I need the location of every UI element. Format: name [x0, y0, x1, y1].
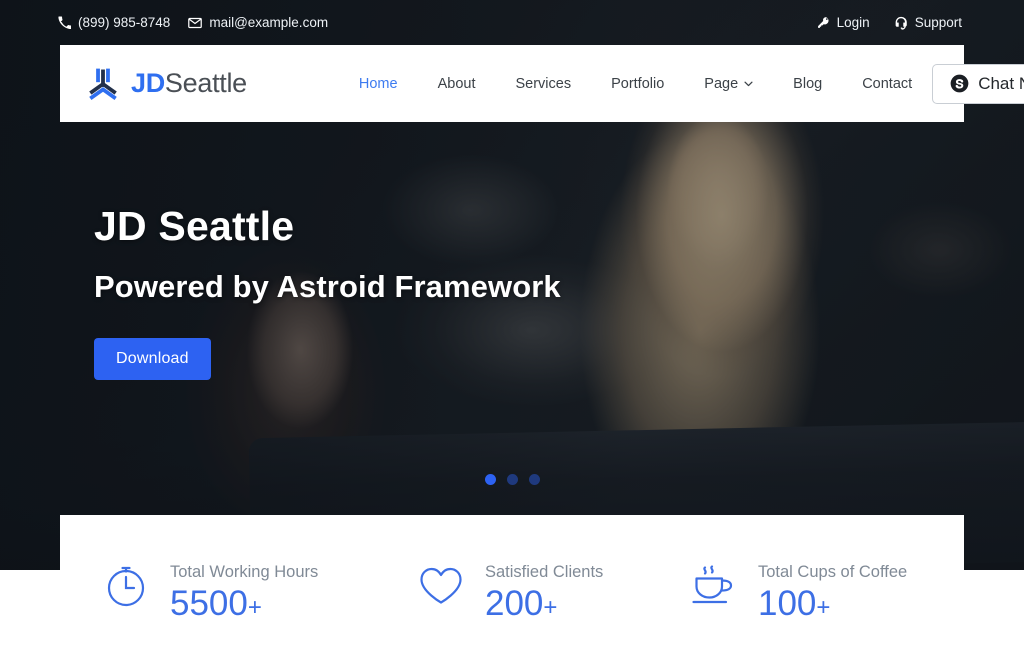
phone-number: (899) 985-8748 — [78, 15, 171, 30]
support-link[interactable]: Support — [894, 15, 962, 30]
nav-label-about: About — [437, 75, 476, 92]
coffee-cup-icon — [688, 559, 740, 611]
nav-label-services: Services — [515, 75, 572, 92]
stat-text-block: Total Cups of Coffee 100+ — [758, 559, 907, 624]
stopwatch-icon — [100, 559, 152, 611]
stat-text-block: Total Working Hours 5500+ — [170, 559, 318, 624]
topbar-account-group: Login Support — [817, 15, 962, 30]
site-logo[interactable]: JDSeattle — [82, 65, 247, 103]
main-navigation: Home About Services Portfolio Page Blog … — [339, 76, 932, 92]
slider-dot-1[interactable] — [484, 474, 496, 485]
slider-dot-3[interactable] — [528, 474, 540, 485]
email-address: mail@example.com — [209, 15, 329, 30]
nav-item-portfolio[interactable]: Portfolio — [591, 76, 684, 92]
login-label: Login — [836, 15, 870, 30]
stat-total-cups-of-coffee: Total Cups of Coffee 100+ — [680, 515, 964, 624]
stat-value: 5500+ — [170, 584, 318, 624]
slider-pagination — [0, 474, 1024, 485]
nav-label-page: Page — [704, 75, 739, 92]
stat-value: 100+ — [758, 584, 907, 624]
nav-item-home[interactable]: Home — [339, 76, 418, 92]
stat-suffix: + — [247, 593, 262, 621]
stat-value: 200+ — [485, 584, 603, 624]
stat-suffix: + — [543, 593, 558, 621]
heart-icon — [415, 559, 467, 611]
logo-wordmark: JDSeattle — [131, 68, 247, 99]
top-contact-bar: (899) 985-8748 mail@example.com Login Su… — [0, 0, 1024, 45]
logo-brand-bold: JD — [131, 68, 165, 98]
nav-item-blog[interactable]: Blog — [773, 76, 842, 92]
stat-label: Total Cups of Coffee — [758, 563, 908, 581]
email-link[interactable]: mail@example.com — [188, 15, 328, 30]
slider-dot-2[interactable] — [506, 474, 518, 485]
nav-item-about[interactable]: About — [418, 76, 496, 92]
topbar-contact-group: (899) 985-8748 mail@example.com — [58, 15, 328, 30]
hero-content: JD Seattle Powered by Astroid Framework … — [94, 203, 561, 381]
envelope-icon — [188, 17, 203, 29]
nav-item-services[interactable]: Services — [495, 76, 591, 92]
support-label: Support — [914, 15, 962, 30]
stat-label: Satisfied Clients — [485, 563, 604, 581]
hero-title: JD Seattle — [94, 203, 295, 249]
login-link[interactable]: Login — [817, 15, 870, 30]
nav-label-contact: Contact — [862, 75, 913, 92]
nav-item-page[interactable]: Page — [684, 76, 773, 92]
chat-now-button[interactable]: Chat Now — [932, 63, 1024, 104]
site-header: JDSeattle Home About Services Portfolio … — [60, 45, 1024, 122]
headset-icon — [894, 16, 908, 30]
stat-suffix: + — [816, 593, 831, 621]
stats-card: Total Working Hours 5500+ Satisfied Clie… — [60, 515, 964, 651]
phone-link[interactable]: (899) 985-8748 — [58, 15, 170, 30]
stat-satisfied-clients: Satisfied Clients 200+ — [390, 515, 680, 624]
hero-subtitle: Powered by Astroid Framework — [94, 269, 561, 305]
chevron-down-icon — [744, 81, 753, 87]
nav-label-portfolio: Portfolio — [611, 75, 665, 92]
chat-now-label: Chat Now — [978, 73, 1024, 93]
skype-icon — [950, 74, 969, 93]
logo-brand-light: Seattle — [164, 68, 247, 98]
stat-total-working-hours: Total Working Hours 5500+ — [60, 515, 390, 624]
nav-label-blog: Blog — [793, 75, 823, 92]
nav-item-contact[interactable]: Contact — [842, 76, 932, 92]
stat-label: Total Working Hours — [170, 563, 319, 581]
tri-arrow-logo-icon — [82, 65, 124, 103]
nav-label-home: Home — [358, 75, 398, 92]
stat-number: 5500 — [170, 583, 248, 623]
stat-number: 100 — [758, 583, 817, 623]
phone-icon — [58, 16, 71, 29]
download-button[interactable]: Download — [94, 338, 211, 381]
key-icon — [817, 16, 830, 29]
stat-number: 200 — [485, 583, 544, 623]
stat-text-block: Satisfied Clients 200+ — [485, 559, 603, 624]
